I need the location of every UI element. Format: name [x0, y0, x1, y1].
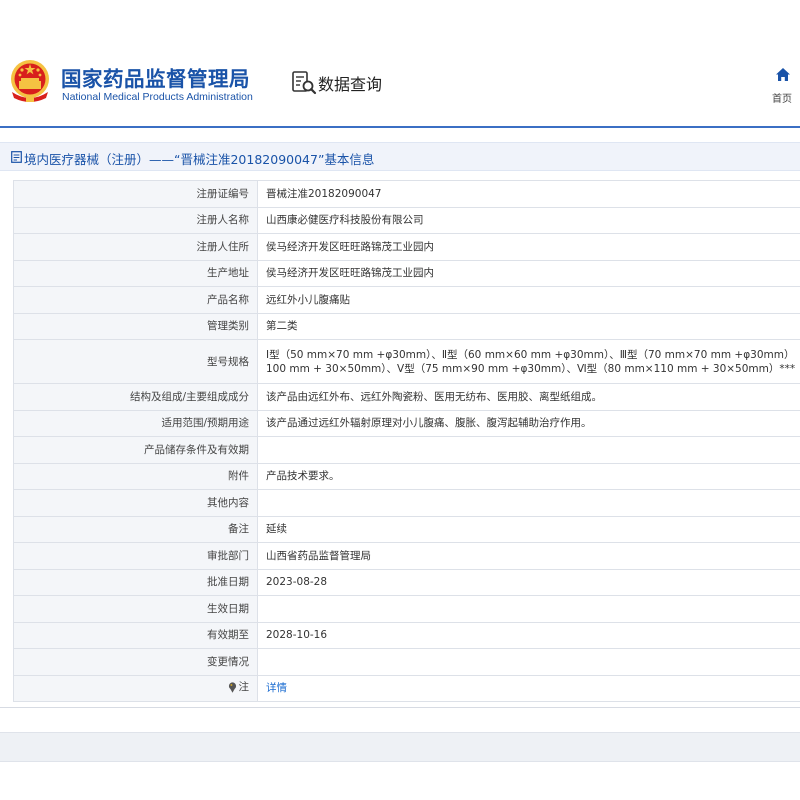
table-row: 审批部门 山西省药品监督管理局 — [13, 542, 800, 570]
row-value: 远红外小儿腹痛贴 — [257, 286, 800, 314]
table-row: 生产地址 侯马经济开发区旺旺路锦茂工业园内 — [13, 259, 800, 287]
site-logo-english[interactable]: National Medical Products Administration — [62, 91, 253, 103]
document-icon — [11, 151, 22, 163]
row-label: 生产地址 — [13, 259, 258, 287]
table-row: 适用范围/预期用途 该产品通过远红外辐射原理对小儿腹痛、腹胀、腹泻起辅助治疗作用… — [13, 409, 800, 437]
row-label: 注册证编号 — [13, 180, 258, 208]
row-label: 结构及组成/主要组成成分 — [13, 383, 258, 411]
row-label: 附件 — [13, 462, 258, 490]
row-value: Ⅰ型（50 mm×70 mm +φ30mm）、Ⅱ型（60 mm×60 mm +φ… — [257, 339, 800, 384]
table-row: 变更情况 — [13, 648, 800, 676]
row-label: 有效期至 — [13, 621, 258, 649]
table-row: 其他内容 — [13, 489, 800, 517]
table-row: 注 详情 — [13, 674, 800, 702]
row-value: 晋械注准20182090047 — [257, 180, 800, 208]
site-logo-text[interactable]: 国家药品监督管理局 — [61, 62, 250, 92]
row-label: 注册人住所 — [13, 233, 258, 261]
row-value: 该产品通过远红外辐射原理对小儿腹痛、腹胀、腹泻起辅助治疗作用。 — [257, 409, 800, 437]
table-row: 生效日期 — [13, 595, 800, 623]
row-label: 备注 — [13, 515, 258, 543]
row-label: 产品名称 — [13, 286, 258, 314]
note-label: 注 — [228, 680, 250, 694]
search-document-icon[interactable] — [291, 70, 317, 96]
page-title: 境内医疗器械（注册）——“晋械注准20182090047”基本信息 — [24, 152, 375, 167]
footer-band — [0, 732, 800, 762]
row-value: 山西省药品监督管理局 — [257, 542, 800, 570]
header-divider — [0, 126, 800, 128]
row-value: 详情 — [257, 674, 800, 702]
info-table: 注册证编号 晋械注准20182090047 注册人名称 山西康必健医疗科技股份有… — [13, 180, 800, 702]
row-value — [257, 648, 800, 676]
row-label: 变更情况 — [13, 648, 258, 676]
model-spec-line-2: 100 mm + 30×50mm）、Ⅴ型（75 mm×90 mm +φ30mm）… — [266, 362, 796, 375]
row-label: 注册人名称 — [13, 206, 258, 234]
row-label: 审批部门 — [13, 542, 258, 570]
row-value: 产品技术要求。 — [257, 462, 800, 490]
model-spec-line-1: Ⅰ型（50 mm×70 mm +φ30mm）、Ⅱ型（60 mm×60 mm +φ… — [266, 348, 795, 361]
details-link[interactable]: 详情 — [266, 682, 287, 694]
table-row: 备注 延续 — [13, 515, 800, 543]
row-label: 注 — [13, 674, 258, 702]
page-title-bar: 境内医疗器械（注册）——“晋械注准20182090047”基本信息 — [0, 142, 800, 171]
row-label: 生效日期 — [13, 595, 258, 623]
table-row: 批准日期 2023-08-28 — [13, 568, 800, 596]
row-value — [257, 489, 800, 517]
row-label: 批准日期 — [13, 568, 258, 596]
row-value: 2028-10-16 — [257, 621, 800, 649]
note-label-text: 注 — [238, 681, 250, 693]
table-row: 注册人名称 山西康必健医疗科技股份有限公司 — [13, 206, 800, 234]
row-value: 该产品由远红外布、远红外陶瓷粉、医用无纺布、医用胶、离型纸组成。 — [257, 383, 800, 411]
table-row: 结构及组成/主要组成成分 该产品由远红外布、远红外陶瓷粉、医用无纺布、医用胶、离… — [13, 383, 800, 411]
pin-icon — [228, 681, 236, 693]
site-header: 国家药品监督管理局 National Medical Products Admi… — [0, 0, 800, 126]
data-query-link[interactable]: 数据查询 — [318, 71, 382, 95]
row-label: 适用范围/预期用途 — [13, 409, 258, 437]
table-row: 附件 产品技术要求。 — [13, 462, 800, 490]
table-row: 管理类别 第二类 — [13, 312, 800, 340]
row-label: 其他内容 — [13, 489, 258, 517]
row-value: 第二类 — [257, 312, 800, 340]
table-row: 注册人住所 侯马经济开发区旺旺路锦茂工业园内 — [13, 233, 800, 261]
home-link[interactable]: 首页 — [772, 90, 792, 105]
table-row: 有效期至 2028-10-16 — [13, 621, 800, 649]
row-label: 产品储存条件及有效期 — [13, 436, 258, 464]
row-value — [257, 595, 800, 623]
home-icon[interactable] — [775, 67, 791, 82]
national-emblem-icon[interactable] — [8, 58, 52, 104]
table-row: 型号规格 Ⅰ型（50 mm×70 mm +φ30mm）、Ⅱ型（60 mm×60 … — [13, 339, 800, 384]
row-value: 山西康必健医疗科技股份有限公司 — [257, 206, 800, 234]
table-row: 注册证编号 晋械注准20182090047 — [13, 180, 800, 208]
row-value: 侯马经济开发区旺旺路锦茂工业园内 — [257, 233, 800, 261]
row-value: 侯马经济开发区旺旺路锦茂工业园内 — [257, 259, 800, 287]
row-label: 管理类别 — [13, 312, 258, 340]
row-value: 延续 — [257, 515, 800, 543]
table-row: 产品储存条件及有效期 — [13, 436, 800, 464]
row-label: 型号规格 — [13, 339, 258, 384]
row-value: 2023-08-28 — [257, 568, 800, 596]
row-value — [257, 436, 800, 464]
table-row: 产品名称 远红外小儿腹痛贴 — [13, 286, 800, 314]
